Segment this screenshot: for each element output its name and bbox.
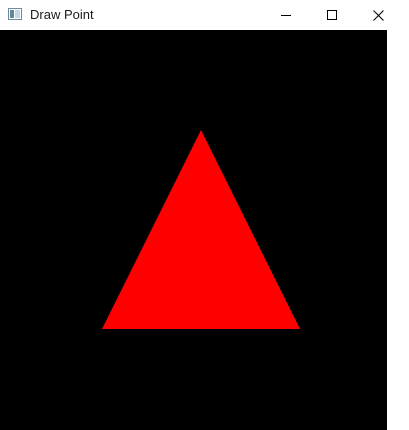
title-bar[interactable]: Draw Point [0, 0, 409, 30]
app-window: Draw Point [0, 0, 409, 430]
window-title: Draw Point [30, 7, 94, 22]
render-canvas [102, 130, 300, 329]
close-icon [372, 9, 384, 21]
application-icon [8, 8, 22, 20]
minimize-icon [281, 15, 291, 16]
window-frame-strip [387, 30, 409, 430]
minimize-button[interactable] [263, 0, 309, 30]
close-button[interactable] [355, 0, 401, 30]
maximize-button[interactable] [309, 0, 355, 30]
maximize-icon [327, 10, 337, 20]
render-canvas-area[interactable] [0, 30, 387, 430]
red-triangle [102, 130, 300, 329]
